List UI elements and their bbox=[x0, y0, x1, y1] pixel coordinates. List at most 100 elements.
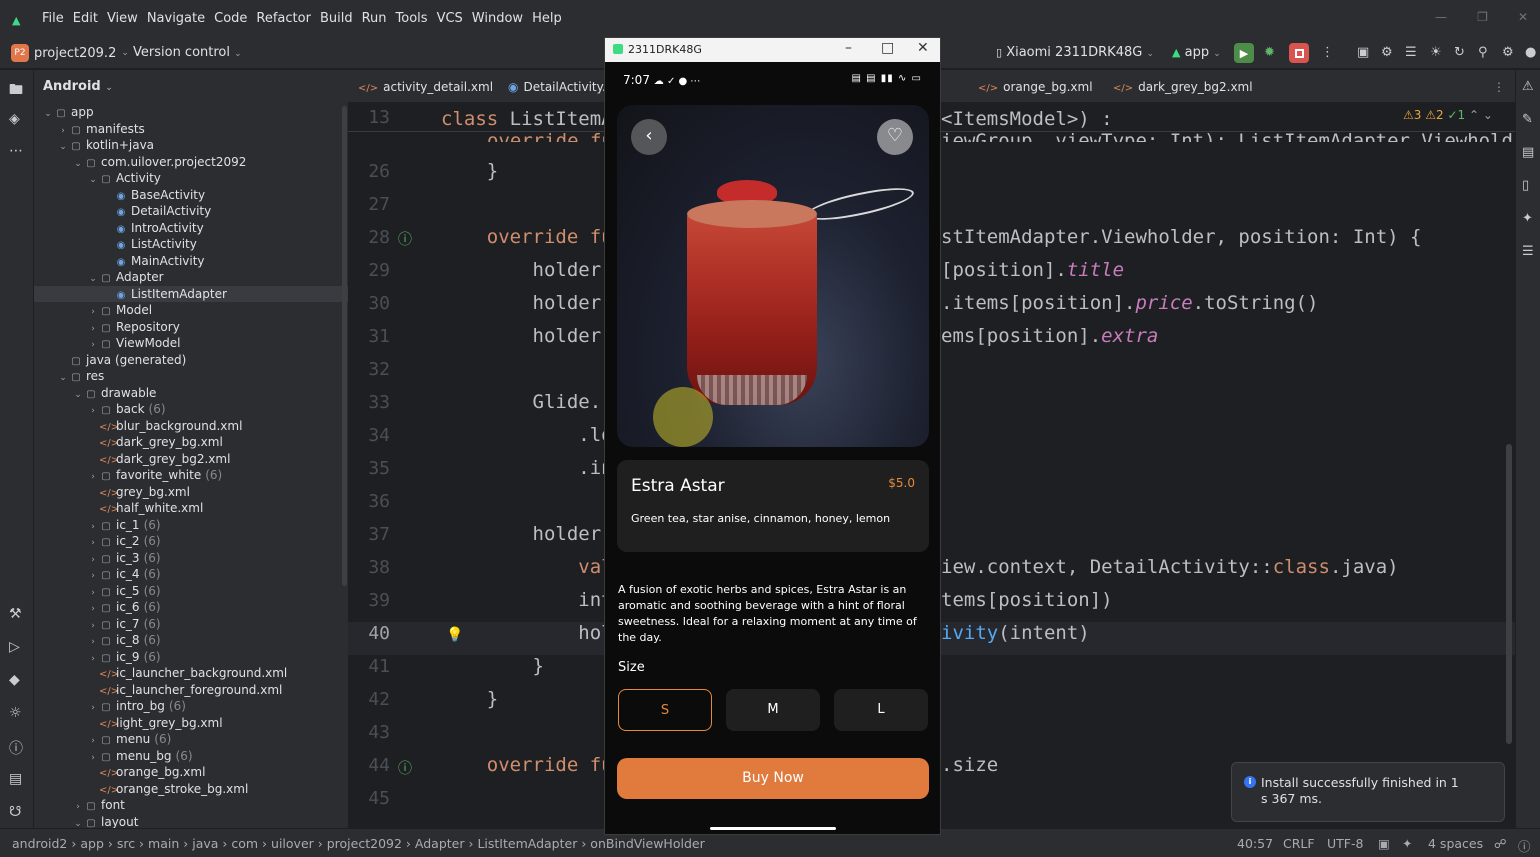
tree-item[interactable]: › ▢ menu_bg (6) bbox=[34, 748, 348, 765]
install-notification[interactable]: i Install successfully finished in 1 s 3… bbox=[1231, 762, 1505, 822]
gesture-home-bar[interactable] bbox=[710, 827, 836, 830]
logcat-cat-icon[interactable]: ☼ bbox=[9, 705, 22, 721]
minimize-icon[interactable]: – bbox=[845, 40, 852, 56]
tree-item[interactable]: › ▢ ic_1 (6) bbox=[34, 517, 348, 534]
tree-item[interactable]: › ▢ ic_9 (6) bbox=[34, 649, 348, 666]
tree-item[interactable]: </>orange_bg.xml bbox=[34, 764, 348, 781]
menu-code[interactable]: Code bbox=[214, 11, 247, 26]
tree-item[interactable]: › ▢ ic_4 (6) bbox=[34, 566, 348, 583]
tree-item[interactable]: › ▢ intro_bg (6) bbox=[34, 698, 348, 715]
override-gutter-icon[interactable]: ⓘ bbox=[398, 229, 412, 249]
more-horizontal-icon[interactable]: ⋯ bbox=[9, 143, 23, 159]
resource-manager-icon[interactable]: ◈ bbox=[9, 111, 20, 127]
menu-vcs[interactable]: VCS bbox=[437, 11, 463, 26]
tree-item[interactable]: ◉ ListActivity bbox=[34, 236, 348, 253]
lightbulb-icon[interactable]: 💡 bbox=[446, 627, 463, 643]
layout-inspector-icon[interactable]: ⚙ bbox=[1381, 45, 1393, 60]
menu-refactor[interactable]: Refactor bbox=[256, 11, 311, 26]
readonly-icon[interactable]: ▣ bbox=[1378, 836, 1390, 851]
breadcrumb-item[interactable]: project2092 bbox=[327, 836, 402, 851]
breadcrumb-item[interactable]: com bbox=[231, 836, 258, 851]
tree-item[interactable]: ◉ BaseActivity bbox=[34, 187, 348, 204]
back-button[interactable]: ‹ bbox=[631, 119, 667, 155]
version-control-dropdown[interactable]: Version control ⌄ bbox=[133, 45, 242, 60]
power-save-icon[interactable]: ✦ bbox=[1402, 836, 1412, 851]
debug-button[interactable]: ✹ bbox=[1264, 45, 1275, 60]
device-selector[interactable]: ▯ Xiaomi 2311DRK48G ⌄ bbox=[996, 45, 1154, 60]
menu-tools[interactable]: Tools bbox=[396, 11, 428, 26]
problems-icon[interactable]: ⓘ bbox=[9, 738, 23, 758]
breadcrumb-item[interactable]: java bbox=[192, 836, 218, 851]
emulator-icon[interactable]: ▯ bbox=[1522, 178, 1529, 193]
maximize-icon[interactable]: ❐ bbox=[1477, 10, 1488, 24]
size-m-button[interactable]: M bbox=[726, 689, 820, 731]
editor-scrollbar[interactable] bbox=[1506, 444, 1512, 744]
indent-setting[interactable]: 4 spaces bbox=[1428, 836, 1483, 851]
breadcrumb-item[interactable]: ListItemAdapter bbox=[477, 836, 577, 851]
notifications-icon[interactable]: ⚠ bbox=[1522, 79, 1534, 94]
close-icon[interactable]: ✕ bbox=[1518, 10, 1528, 24]
breadcrumb-item[interactable]: src bbox=[117, 836, 135, 851]
run-config-selector[interactable]: ▲ app ⌄ bbox=[1172, 45, 1221, 60]
tree-item[interactable]: › ▢ Repository bbox=[34, 319, 348, 336]
menu-help[interactable]: Help bbox=[532, 11, 562, 26]
device-manager-icon[interactable]: ▣ bbox=[1357, 45, 1369, 60]
run-button[interactable]: ▶ bbox=[1234, 43, 1254, 63]
tree-item[interactable]: › ▢ ViewModel bbox=[34, 335, 348, 352]
breadcrumb-item[interactable]: main bbox=[148, 836, 179, 851]
structure-icon[interactable]: ☰ bbox=[1522, 244, 1534, 259]
breadcrumb-item[interactable]: app bbox=[80, 836, 104, 851]
tree-item[interactable]: </>half_white.xml bbox=[34, 500, 348, 517]
override-gutter-icon[interactable]: ⓘ bbox=[398, 758, 412, 778]
tree-item[interactable]: › ▢ ic_3 (6) bbox=[34, 550, 348, 567]
lock-icon[interactable]: ☍ bbox=[1494, 836, 1507, 851]
project-view-selector[interactable]: Android ⌄ bbox=[43, 79, 113, 94]
menu-build[interactable]: Build bbox=[320, 11, 353, 26]
tree-item[interactable]: › ▢ ic_8 (6) bbox=[34, 632, 348, 649]
tree-item[interactable]: </>orange_stroke_bg.xml bbox=[34, 781, 348, 798]
stop-button[interactable] bbox=[1289, 43, 1309, 63]
tree-item[interactable]: ⌄ ▢ layout bbox=[34, 814, 348, 829]
tree-item[interactable]: › ▢ menu (6) bbox=[34, 731, 348, 748]
logcat-icon[interactable]: ☰ bbox=[1405, 45, 1417, 60]
tree-item[interactable]: ⌄ ▢ app bbox=[34, 104, 348, 121]
tree-item[interactable]: › ▢ back (6) bbox=[34, 401, 348, 418]
tree-item[interactable]: › ▢ Model bbox=[34, 302, 348, 319]
tree-item[interactable]: </>dark_grey_bg2.xml bbox=[34, 451, 348, 468]
tree-item[interactable]: </>ic_launcher_background.xml bbox=[34, 665, 348, 682]
menu-view[interactable]: View bbox=[107, 11, 138, 26]
gemini-icon[interactable]: ✦ bbox=[1522, 211, 1533, 226]
settings-icon[interactable]: ⚙ bbox=[1502, 45, 1514, 60]
tree-item[interactable]: ◉ IntroActivity bbox=[34, 220, 348, 237]
tree-item[interactable]: </>grey_bg.xml bbox=[34, 484, 348, 501]
close-icon[interactable]: ✕ bbox=[917, 40, 929, 56]
profiler-icon[interactable]: ☀ bbox=[1430, 45, 1442, 60]
tree-item[interactable]: › ▢ ic_5 (6) bbox=[34, 583, 348, 600]
tree-item[interactable]: ⌄ ▢ drawable bbox=[34, 385, 348, 402]
menu-run[interactable]: Run bbox=[362, 11, 387, 26]
device-file-icon[interactable]: ▤ bbox=[1522, 145, 1534, 160]
tree-item[interactable]: ⌄ ▢ res bbox=[34, 368, 348, 385]
project-folder-icon[interactable]: 🖿 bbox=[9, 79, 23, 103]
favorite-button[interactable]: ♡ bbox=[877, 119, 913, 155]
tab-activity-detail-xml[interactable]: </> activity_detail.xml bbox=[358, 80, 493, 94]
file-encoding[interactable]: UTF-8 bbox=[1327, 836, 1363, 851]
project-scrollbar[interactable] bbox=[342, 106, 347, 586]
chevron-down-icon[interactable]: ⌄ bbox=[72, 816, 84, 829]
breadcrumb-item[interactable]: onBindViewHolder bbox=[590, 836, 704, 851]
terminal-icon[interactable]: ▤ bbox=[9, 771, 22, 787]
tree-item[interactable]: ⌄ ▢ com.uilover.project2092 bbox=[34, 154, 348, 171]
tree-item[interactable]: › ▢ ic_7 (6) bbox=[34, 616, 348, 633]
tree-item[interactable]: </>ic_launcher_foreground.xml bbox=[34, 682, 348, 699]
minimize-icon[interactable]: — bbox=[1435, 10, 1447, 24]
more-vertical-icon[interactable]: ⋮ bbox=[1321, 45, 1334, 60]
gradle-icon[interactable]: ✎ bbox=[1522, 112, 1533, 127]
menu-edit[interactable]: Edit bbox=[73, 11, 98, 26]
tree-item[interactable]: ▢ java (generated) bbox=[34, 352, 348, 369]
tree-item[interactable]: › ▢ favorite_white (6) bbox=[34, 467, 348, 484]
tree-item[interactable]: </>dark_grey_bg.xml bbox=[34, 434, 348, 451]
maximize-icon[interactable]: □ bbox=[881, 40, 894, 56]
tree-item[interactable]: › ▢ ic_2 (6) bbox=[34, 533, 348, 550]
line-separator[interactable]: CRLF bbox=[1283, 836, 1315, 851]
sync-icon[interactable]: ↻ bbox=[1454, 45, 1465, 60]
